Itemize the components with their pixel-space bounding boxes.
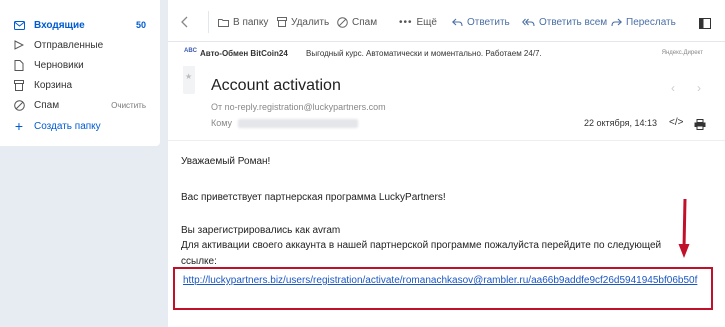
- ad-text: Выгодный курс. Автоматически и моменталь…: [306, 49, 542, 58]
- create-folder-button[interactable]: + Создать папку: [0, 116, 160, 136]
- welcome-text: Вас приветствует партнерская программа L…: [181, 192, 446, 203]
- instruction-text-line1: Для активации своего аккаунта в нашей па…: [181, 240, 662, 251]
- message-toolbar: В папку Удалить Спам ••• Ещё Ответить От…: [168, 0, 725, 42]
- star-icon: ★: [185, 72, 193, 81]
- spam-icon: [13, 99, 25, 111]
- layout-toggle-icon[interactable]: [699, 16, 711, 29]
- from-label: От: [211, 102, 223, 112]
- folder-sidebar: Входящие 50 Отправленные Черновики Корзи…: [0, 0, 160, 146]
- sidebar-item-label: Черновики: [34, 59, 84, 71]
- move-to-folder-label: В папку: [233, 16, 269, 28]
- more-button[interactable]: ••• Ещё: [399, 15, 437, 29]
- print-icon[interactable]: [694, 117, 706, 130]
- ad-banner[interactable]: ABC Авто-Обмен BitCoin24 Выгодный курс. …: [168, 43, 725, 65]
- to-label: Кому: [211, 118, 233, 128]
- sidebar-item-label: Входящие: [34, 19, 85, 31]
- reply-all-label: Ответить всем: [539, 16, 608, 28]
- flag-toggle[interactable]: ★: [183, 66, 195, 94]
- sidebar-item-inbox[interactable]: Входящие 50: [0, 15, 160, 35]
- reply-all-icon: [522, 18, 535, 26]
- trash-icon: [13, 79, 25, 91]
- send-icon: [13, 39, 25, 51]
- delete-label: Удалить: [291, 16, 330, 28]
- clear-spam-button[interactable]: Очистить: [111, 101, 146, 110]
- sender-row: От no-reply.registration@luckypartners.c…: [211, 102, 386, 112]
- recipient-address-redacted: [238, 119, 359, 129]
- sidebar-item-spam[interactable]: Спам Очистить: [0, 95, 160, 115]
- message-date: 22 октября, 14:13: [584, 118, 658, 128]
- move-to-folder-button[interactable]: В папку: [218, 15, 268, 29]
- ad-source-label[interactable]: Яндекс.Директ: [662, 50, 703, 56]
- envelope-icon: [13, 19, 25, 31]
- reply-label: Ответить: [467, 16, 510, 28]
- sender-address[interactable]: no-reply.registration@luckypartners.com: [225, 102, 386, 112]
- more-label: Ещё: [416, 16, 437, 28]
- ad-title[interactable]: Авто-Обмен BitCoin24: [200, 49, 288, 58]
- activation-link-highlight: http://luckypartners.biz/users/registrat…: [173, 267, 713, 310]
- recipient-row: Кому: [211, 118, 359, 129]
- sidebar-item-label: Спам: [34, 99, 60, 111]
- forward-button[interactable]: Переслать: [611, 15, 676, 29]
- activation-link[interactable]: http://luckypartners.biz/users/registrat…: [183, 273, 709, 289]
- sidebar-item-label: Создать папку: [34, 120, 101, 132]
- instruction-text-line2: ссылке:: [181, 256, 217, 267]
- forward-icon: [611, 18, 622, 26]
- trash-icon: [277, 17, 287, 27]
- registered-text: Вы зарегистрировались как avram: [181, 225, 341, 236]
- toolbar-divider: [208, 11, 209, 33]
- greeting-text: Уважаемый Роман!: [181, 156, 271, 167]
- more-dots-icon: •••: [399, 16, 413, 28]
- folder-icon: [218, 18, 229, 27]
- sidebar-item-trash[interactable]: Корзина: [0, 75, 160, 95]
- sidebar-item-label: Корзина: [34, 79, 73, 91]
- chevron-right-icon[interactable]: ›: [697, 81, 701, 95]
- spam-icon: [337, 16, 348, 28]
- message-view: В папку Удалить Спам ••• Ещё Ответить От…: [168, 0, 725, 327]
- sidebar-item-sent[interactable]: Отправленные: [0, 35, 160, 55]
- reply-button[interactable]: Ответить: [452, 15, 510, 29]
- spam-label: Спам: [352, 16, 378, 28]
- header-divider: [168, 140, 725, 141]
- ad-logo: ABC: [184, 48, 197, 54]
- code-view-icon[interactable]: </>: [669, 117, 683, 128]
- plus-icon: +: [14, 118, 24, 134]
- forward-label: Переслать: [626, 16, 676, 28]
- draft-icon: [13, 59, 25, 71]
- unread-count-badge: 50: [135, 20, 146, 30]
- reply-icon: [452, 18, 463, 26]
- message-subject: Account activation: [211, 77, 341, 94]
- spam-button[interactable]: Спам: [337, 15, 377, 29]
- chevron-left-icon[interactable]: ‹: [671, 81, 675, 95]
- sidebar-item-label: Отправленные: [34, 39, 104, 51]
- delete-button[interactable]: Удалить: [277, 15, 329, 29]
- back-arrow-icon[interactable]: [180, 15, 192, 28]
- red-arrow-annotation: [678, 198, 690, 258]
- sidebar-item-drafts[interactable]: Черновики: [0, 55, 160, 75]
- reply-all-button[interactable]: Ответить всем: [522, 15, 607, 29]
